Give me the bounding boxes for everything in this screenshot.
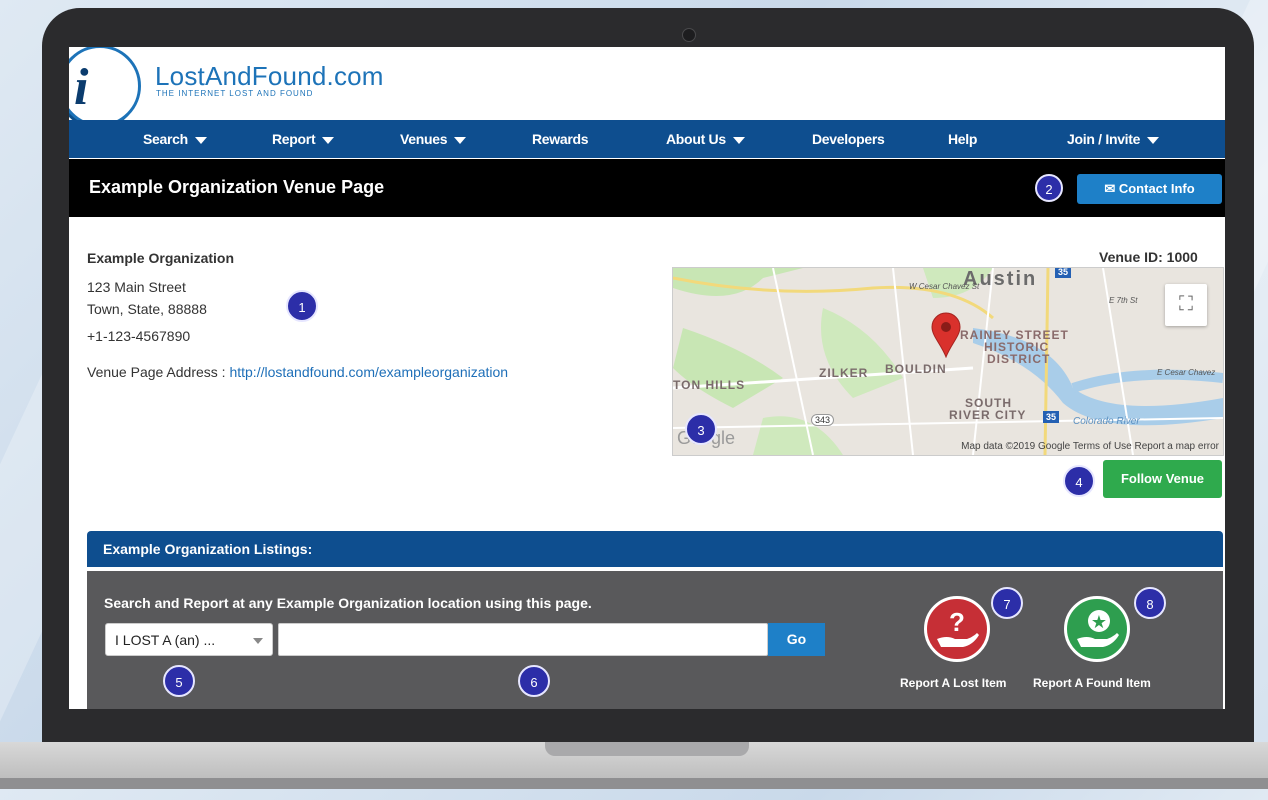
question-hand-icon[interactable]: ? (924, 596, 990, 662)
nav-item-venues[interactable]: Venues (400, 120, 467, 158)
nav-item-rewards[interactable]: Rewards (532, 120, 589, 158)
step-badge: 6 (518, 665, 550, 697)
camera-icon (682, 28, 696, 42)
nav-label: Report (272, 131, 316, 147)
laptop-base-edge (0, 778, 1268, 789)
step-badge: 4 (1063, 465, 1095, 497)
caret-down-icon (322, 136, 335, 144)
main-nav: Search Report Venues Rewards About Us De… (69, 120, 1225, 158)
search-report-panel: Search and Report at any Example Organiz… (87, 571, 1223, 709)
map-label-cesar-chavez: W Cesar Chavez St (909, 282, 980, 291)
page-title-bar: Example Organization Venue Page 2 ✉ Cont… (69, 159, 1225, 217)
step-badge: 1 (286, 290, 318, 322)
search-input[interactable] (278, 623, 768, 656)
route-shield-35: 35 (1043, 411, 1060, 423)
caret-down-icon (1147, 136, 1160, 144)
panel-instruction: Search and Report at any Example Organiz… (104, 595, 592, 611)
nav-item-developers[interactable]: Developers (812, 120, 885, 158)
report-found-item-link[interactable]: Report A Found Item (1033, 676, 1151, 690)
step-badge: 5 (163, 665, 195, 697)
go-button[interactable]: Go (768, 623, 825, 656)
map-pin-icon[interactable] (931, 312, 961, 358)
nav-label: Search (143, 131, 188, 147)
venue-address-link[interactable]: http://lostandfound.com/exampleorganizat… (229, 364, 508, 380)
caret-down-icon (732, 136, 745, 144)
header: i LostAndFound.com THE INTERNET LOST AND… (69, 47, 1225, 127)
step-badge: 2 (1035, 174, 1063, 202)
nav-label: Join / Invite (1067, 131, 1141, 147)
logo-name[interactable]: LostAndFound.com (155, 61, 384, 92)
venue-address-row: Venue Page Address : http://lostandfound… (87, 364, 508, 380)
caret-down-icon (194, 136, 207, 144)
caret-down-icon (454, 136, 467, 144)
map-label-district: DISTRICT (987, 352, 1051, 366)
map-attribution[interactable]: Map data ©2019 Google Terms of Use Repor… (961, 441, 1219, 452)
step-badge: 8 (1134, 587, 1166, 619)
map-label-ton-hills: TON HILLS (673, 378, 746, 392)
nav-label: Help (948, 131, 978, 147)
report-lost-item-link[interactable]: Report A Lost Item (900, 676, 1006, 690)
nav-label: Developers (812, 131, 885, 147)
venue-id: Venue ID: 1000 (1099, 249, 1198, 265)
logo-tagline: THE INTERNET LOST AND FOUND (156, 89, 314, 98)
svg-text:★: ★ (1091, 612, 1107, 633)
question-hand-graphic: ? (937, 607, 979, 647)
venue-map[interactable]: Austin RAINEY STREET HISTORIC DISTRICT Z… (672, 267, 1224, 456)
route-shield-35-north: 35 (1055, 268, 1072, 278)
logo-icon[interactable]: i (69, 47, 141, 127)
follow-venue-button[interactable]: Follow Venue (1103, 460, 1222, 498)
map-label-zilker: ZILKER (819, 366, 869, 380)
fullscreen-icon[interactable]: ⛶ (1165, 284, 1207, 326)
map-label-seventh: E 7th St (1109, 296, 1138, 305)
listings-header: Example Organization Listings: (87, 531, 1223, 567)
page-title: Example Organization Venue Page (89, 177, 385, 197)
browser-screen: i LostAndFound.com THE INTERNET LOST AND… (69, 47, 1225, 709)
svg-text:?: ? (949, 607, 965, 637)
route-shield-343: 343 (811, 414, 835, 426)
laptop-notch (545, 742, 749, 756)
step-badge: 3 (685, 413, 717, 445)
listings-title: Example Organization Listings: (103, 541, 313, 557)
map-label-e-cesar: E Cesar Chavez (1157, 368, 1216, 377)
nav-item-about-us[interactable]: About Us (666, 120, 745, 158)
nav-item-search[interactable]: Search (143, 120, 207, 158)
map-label-colorado: Colorado River (1073, 416, 1140, 427)
venue-street: 123 Main Street (87, 279, 186, 295)
chevron-down-icon (253, 638, 263, 644)
venue-phone: +1-123-4567890 (87, 328, 191, 344)
star-hand-graphic: ★ (1077, 610, 1119, 647)
nav-item-report[interactable]: Report (272, 120, 335, 158)
nav-label: Rewards (532, 131, 589, 147)
venue-name: Example Organization (87, 250, 235, 266)
step-badge: 7 (991, 587, 1023, 619)
venue-city: Town, State, 88888 (87, 301, 207, 317)
venue-address-label: Venue Page Address : (87, 364, 226, 380)
logo-letter: i (74, 59, 89, 116)
map-graphic (673, 268, 1223, 455)
star-hand-icon[interactable]: ★ (1064, 596, 1130, 662)
nav-label: About Us (666, 131, 726, 147)
nav-label: Venues (400, 131, 448, 147)
contact-info-button[interactable]: ✉ Contact Info (1077, 174, 1222, 204)
map-label-river-city: RIVER CITY (949, 408, 1027, 422)
nav-item-join-invite[interactable]: Join / Invite (1067, 120, 1160, 158)
envelope-icon: ✉ (1104, 181, 1119, 196)
map-label-bouldin: BOULDIN (885, 362, 947, 376)
nav-item-help[interactable]: Help (948, 120, 977, 158)
lost-found-select[interactable]: I LOST A (an) ... (105, 623, 273, 656)
select-value: I LOST A (an) ... (115, 632, 216, 648)
contact-info-label: Contact Info (1118, 181, 1195, 196)
